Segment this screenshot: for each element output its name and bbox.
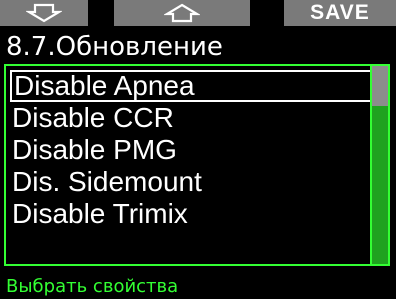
up-softkey[interactable] [114, 0, 250, 26]
scroll-thumb[interactable] [372, 66, 388, 106]
menu-item-disable-apnea[interactable]: Disable Apnea [10, 70, 374, 102]
scrollbar[interactable] [370, 66, 388, 264]
softkey-bar: SAVE [0, 0, 396, 30]
menu-item-disable-pmg[interactable]: Disable PMG [10, 134, 372, 166]
save-label: SAVE [310, 1, 370, 24]
menu-item-disable-trimix[interactable]: Disable Trimix [10, 198, 372, 230]
select-features-hint: Выбрать свойства [6, 276, 179, 297]
menu-list: Disable Apnea Disable CCR Disable PMG Di… [10, 70, 374, 230]
save-softkey[interactable]: SAVE [284, 0, 396, 26]
menu-item-dis-sidemount[interactable]: Dis. Sidemount [10, 166, 372, 198]
up-arrow-icon [164, 3, 200, 23]
feature-menu: Disable Apnea Disable CCR Disable PMG Di… [4, 64, 390, 266]
down-arrow-icon [26, 3, 62, 23]
down-softkey[interactable] [0, 0, 88, 26]
menu-item-disable-ccr[interactable]: Disable CCR [10, 102, 372, 134]
page-title: 8.7.Обновление [6, 32, 223, 62]
